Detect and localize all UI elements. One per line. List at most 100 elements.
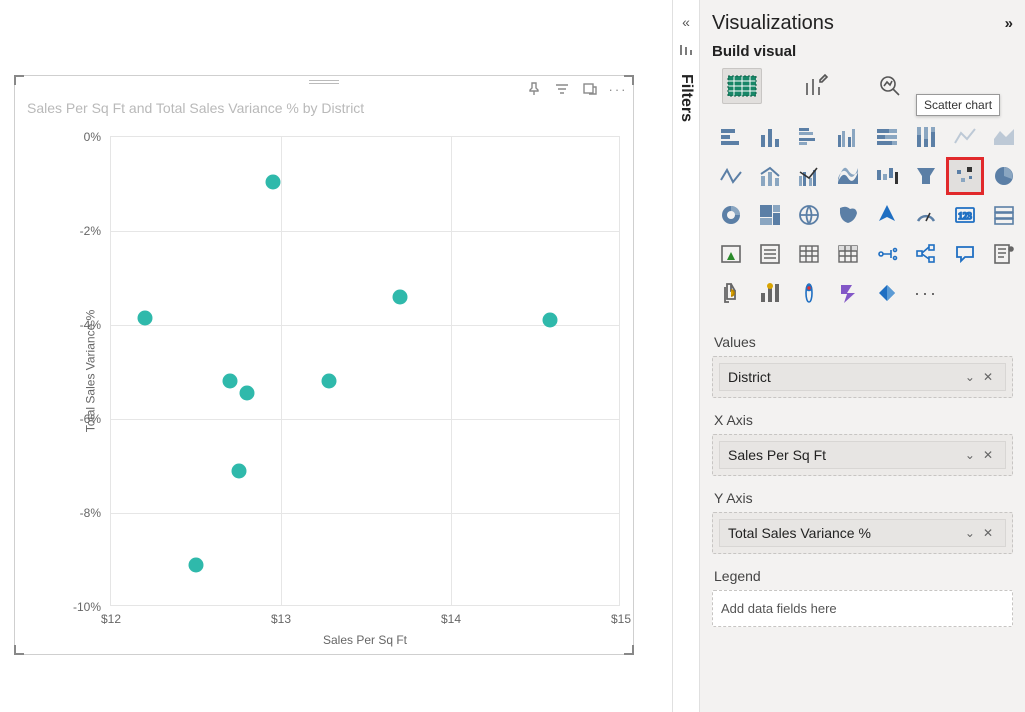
x-tick: $13 <box>271 612 291 626</box>
y-axis-pill[interactable]: Total Sales Variance % ⌄ ✕ <box>719 519 1006 547</box>
resize-handle-tl[interactable] <box>14 75 24 85</box>
build-visual-tab[interactable] <box>722 68 762 104</box>
treemap-icon[interactable] <box>753 198 787 232</box>
donut-chart-icon[interactable] <box>714 198 748 232</box>
data-point[interactable] <box>393 289 408 304</box>
expand-left-icon[interactable]: « <box>682 14 690 30</box>
funnel-chart-icon[interactable] <box>909 159 943 193</box>
data-point[interactable] <box>321 374 336 389</box>
x-axis-label: Sales Per Sq Ft <box>323 633 407 647</box>
matrix-icon[interactable] <box>831 237 865 271</box>
legend-placeholder: Add data fields here <box>721 601 837 616</box>
y-tick: -10% <box>51 600 101 614</box>
slicer-icon[interactable] <box>753 237 787 271</box>
line-clustered-column-icon[interactable] <box>792 159 826 193</box>
qa-visual-icon[interactable] <box>948 237 982 271</box>
visualizations-pane: Visualizations » Build visual <box>700 0 1025 712</box>
y-tick: -8% <box>51 506 101 520</box>
data-point[interactable] <box>542 313 557 328</box>
r-visual-icon[interactable] <box>870 237 904 271</box>
table-icon[interactable] <box>792 237 826 271</box>
filters-pane-collapsed[interactable]: « Filters <box>672 0 700 712</box>
visualization-gallery: 123 ··· Scatter chart <box>712 116 1013 320</box>
filter-icon[interactable] <box>553 80 571 98</box>
x-tick: $14 <box>441 612 461 626</box>
filters-icon <box>678 42 694 58</box>
chevron-down-icon[interactable]: ⌄ <box>961 370 979 384</box>
clustered-column-chart-icon[interactable] <box>831 120 865 154</box>
y-axis-label-well: Y Axis <box>714 490 1011 506</box>
focus-mode-icon[interactable] <box>581 80 599 98</box>
chevron-down-icon[interactable]: ⌄ <box>961 448 979 462</box>
expand-right-icon[interactable]: » <box>1005 15 1013 32</box>
line-chart-alt-icon[interactable] <box>714 159 748 193</box>
values-pill-district[interactable]: District ⌄ ✕ <box>719 363 1006 391</box>
x-axis-well[interactable]: Sales Per Sq Ft ⌄ ✕ <box>712 434 1013 476</box>
remove-field-icon[interactable]: ✕ <box>979 448 997 462</box>
filled-map-icon[interactable] <box>831 198 865 232</box>
data-point[interactable] <box>265 174 280 189</box>
build-visual-label: Build visual <box>712 43 1013 62</box>
remove-field-icon[interactable]: ✕ <box>979 526 997 540</box>
y-axis-well[interactable]: Total Sales Variance % ⌄ ✕ <box>712 512 1013 554</box>
power-apps-icon[interactable] <box>792 276 826 310</box>
smart-narrative-icon[interactable] <box>987 237 1021 271</box>
x-axis-label-well: X Axis <box>714 412 1011 428</box>
analytics-tab[interactable] <box>870 68 910 104</box>
app-source-icon[interactable] <box>870 276 904 310</box>
y-tick: -2% <box>51 224 101 238</box>
decomposition-tree-icon[interactable] <box>909 237 943 271</box>
line-chart-icon[interactable] <box>948 120 982 154</box>
x-axis-pill[interactable]: Sales Per Sq Ft ⌄ ✕ <box>719 441 1006 469</box>
line-stacked-column-icon[interactable] <box>753 159 787 193</box>
pin-icon[interactable] <box>525 80 543 98</box>
stacked-bar-chart-icon[interactable] <box>714 120 748 154</box>
pill-text: District <box>728 369 961 385</box>
resize-handle-bl[interactable] <box>14 645 24 655</box>
card-icon[interactable]: 123 <box>948 198 982 232</box>
waterfall-chart-icon[interactable] <box>870 159 904 193</box>
filters-label: Filters <box>677 74 695 122</box>
data-point[interactable] <box>231 463 246 478</box>
gauge-icon[interactable] <box>909 198 943 232</box>
visual-container[interactable]: ··· Sales Per Sq Ft and Total Sales Vari… <box>14 75 634 655</box>
area-chart-icon[interactable] <box>987 120 1021 154</box>
paginated-report-icon[interactable] <box>714 276 748 310</box>
data-point[interactable] <box>138 310 153 325</box>
ribbon-chart-icon[interactable] <box>831 159 865 193</box>
azure-map-icon[interactable] <box>870 198 904 232</box>
scatter-chart-icon[interactable] <box>948 159 982 193</box>
clustered-bar-chart-icon[interactable] <box>792 120 826 154</box>
resize-handle-br[interactable] <box>624 645 634 655</box>
power-automate-icon[interactable] <box>831 276 865 310</box>
scatter-chart-tooltip: Scatter chart <box>916 94 1000 116</box>
pill-text: Total Sales Variance % <box>728 525 961 541</box>
map-icon[interactable] <box>792 198 826 232</box>
data-point[interactable] <box>240 386 255 401</box>
data-point[interactable] <box>223 374 238 389</box>
remove-field-icon[interactable]: ✕ <box>979 370 997 384</box>
scatter-plot[interactable]: Total Sales Variance % Sales Per Sq Ft $… <box>110 136 620 606</box>
stacked-column-chart-icon[interactable] <box>753 120 787 154</box>
values-label: Values <box>714 334 1011 350</box>
more-icon[interactable]: ··· <box>609 80 627 98</box>
visualizations-title: Visualizations <box>712 12 834 35</box>
multi-row-card-icon[interactable] <box>987 198 1021 232</box>
values-well[interactable]: District ⌄ ✕ <box>712 356 1013 398</box>
pie-chart-icon[interactable] <box>987 159 1021 193</box>
pill-text: Sales Per Sq Ft <box>728 447 961 463</box>
legend-well[interactable]: Add data fields here <box>712 590 1013 627</box>
svg-text:123: 123 <box>958 211 972 221</box>
y-tick: -6% <box>51 412 101 426</box>
hundred-stacked-bar-chart-icon[interactable] <box>870 120 904 154</box>
format-visual-tab[interactable] <box>796 68 836 104</box>
kpi-icon[interactable] <box>714 237 748 271</box>
x-tick: $12 <box>101 612 121 626</box>
y-tick: 0% <box>51 130 101 144</box>
drag-handle-icon[interactable] <box>309 78 339 86</box>
chevron-down-icon[interactable]: ⌄ <box>961 526 979 540</box>
more-visuals-icon[interactable]: ··· <box>909 276 943 310</box>
arcgis-map-icon[interactable] <box>753 276 787 310</box>
hundred-stacked-column-chart-icon[interactable] <box>909 120 943 154</box>
data-point[interactable] <box>189 557 204 572</box>
